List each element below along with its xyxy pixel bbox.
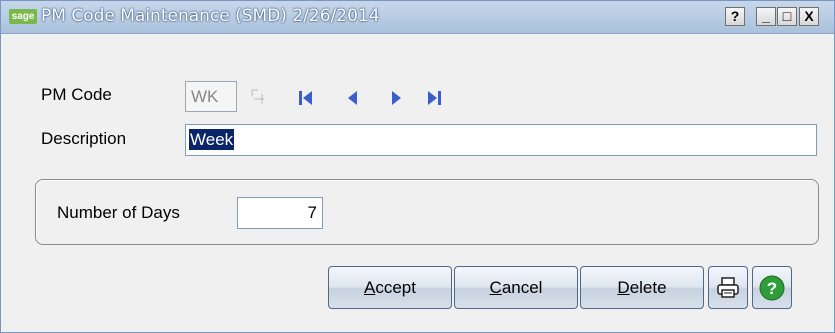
delete-button[interactable]: Delete bbox=[580, 266, 704, 309]
number-of-days-field[interactable] bbox=[237, 197, 323, 229]
sage-logo: sage bbox=[9, 9, 37, 24]
first-record-icon[interactable] bbox=[297, 89, 313, 105]
last-record-icon[interactable] bbox=[425, 89, 441, 105]
accept-button[interactable]: Accept bbox=[328, 266, 452, 309]
pm-code-label: PM Code bbox=[41, 85, 112, 104]
description-selected-text: Week bbox=[189, 129, 235, 150]
maximize-button[interactable]: □ bbox=[777, 7, 797, 26]
lookup-icon[interactable] bbox=[249, 87, 265, 104]
accept-accelerator: A bbox=[364, 278, 376, 297]
help-title-button[interactable]: ? bbox=[725, 7, 745, 26]
title-bar[interactable]: sage PM Code Maintenance (SMD) 2/26/2014… bbox=[1, 1, 834, 34]
cancel-label: ancel bbox=[501, 278, 543, 297]
svg-text:?: ? bbox=[767, 279, 777, 298]
next-record-icon[interactable] bbox=[388, 89, 404, 105]
cancel-button[interactable]: Cancel bbox=[454, 266, 578, 309]
help-icon: ? bbox=[759, 275, 785, 300]
number-of-days-label: Number of Days bbox=[57, 203, 180, 222]
delete-label: elete bbox=[629, 278, 667, 297]
print-button[interactable] bbox=[708, 266, 748, 309]
printer-icon bbox=[717, 276, 739, 298]
close-button[interactable]: X bbox=[799, 7, 819, 26]
cancel-accelerator: C bbox=[489, 278, 502, 297]
delete-accelerator: D bbox=[617, 278, 630, 297]
description-field[interactable]: Week bbox=[185, 124, 817, 156]
previous-record-icon[interactable] bbox=[344, 89, 360, 105]
minimize-button[interactable]: _ bbox=[756, 7, 776, 26]
help-button[interactable]: ? bbox=[752, 266, 792, 309]
pm-code-field[interactable] bbox=[185, 81, 237, 112]
pm-code-maintenance-window: sage PM Code Maintenance (SMD) 2/26/2014… bbox=[0, 0, 835, 333]
window-title: PM Code Maintenance (SMD) 2/26/2014 bbox=[41, 6, 380, 26]
accept-label: ccept bbox=[375, 278, 416, 297]
description-label: Description bbox=[41, 129, 127, 148]
